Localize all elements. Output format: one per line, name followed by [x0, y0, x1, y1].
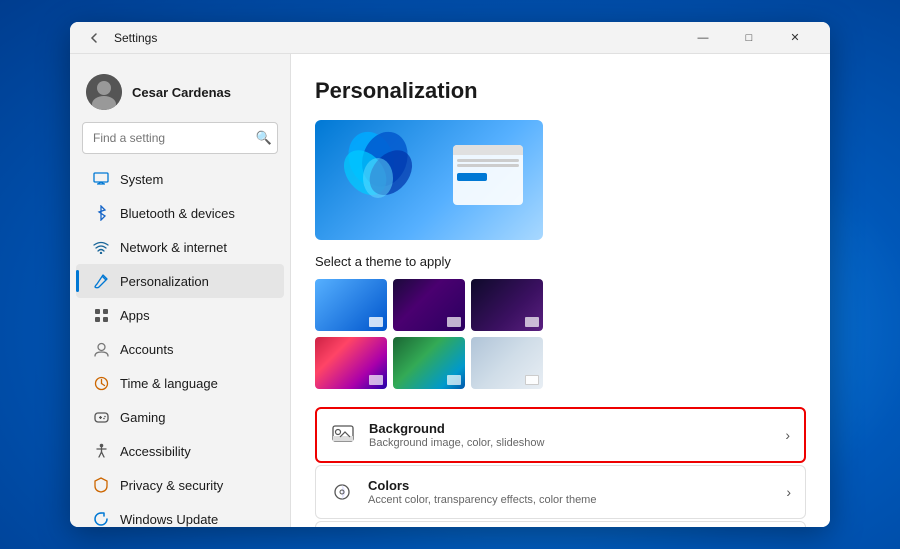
settings-row-colors[interactable]: Colors Accent color, transparency effect… [315, 465, 806, 519]
sidebar: Cesar Cardenas 🔍 System Bluetooth & devi… [70, 54, 290, 527]
background-title: Background [369, 421, 771, 436]
page-title: Personalization [315, 78, 806, 104]
sidebar-item-accessibility[interactable]: Accessibility [76, 434, 284, 468]
sidebar-label-accounts: Accounts [120, 342, 173, 357]
sidebar-label-gaming: Gaming [120, 410, 166, 425]
theme-section-label: Select a theme to apply [315, 254, 806, 269]
main-content: Personalization [290, 54, 830, 527]
theme-thumb-1[interactable] [315, 279, 387, 331]
maximize-button[interactable]: □ [726, 22, 772, 54]
settings-row-themes[interactable]: Themes Install, create, manage › [315, 521, 806, 527]
sidebar-item-apps[interactable]: Apps [76, 298, 284, 332]
colors-icon [330, 480, 354, 504]
avatar [86, 74, 122, 110]
clock-icon [92, 374, 110, 392]
sidebar-label-apps: Apps [120, 308, 150, 323]
sidebar-label-bluetooth: Bluetooth & devices [120, 206, 235, 221]
sidebar-label-system: System [120, 172, 163, 187]
update-icon [92, 510, 110, 527]
theme2-window [447, 317, 461, 327]
apps-icon [92, 306, 110, 324]
accessibility-icon [92, 442, 110, 460]
username: Cesar Cardenas [132, 85, 231, 100]
bluetooth-icon [92, 204, 110, 222]
hero-window-line1 [457, 159, 519, 162]
search-input[interactable] [82, 122, 278, 154]
theme-thumb-3[interactable] [471, 279, 543, 331]
sidebar-label-accessibility: Accessibility [120, 444, 191, 459]
sidebar-item-bluetooth[interactable]: Bluetooth & devices [76, 196, 284, 230]
theme3-window [525, 317, 539, 327]
settings-row-background[interactable]: Background Background image, color, slid… [315, 407, 806, 463]
sidebar-item-privacy[interactable]: Privacy & security [76, 468, 284, 502]
background-chevron: › [785, 427, 790, 443]
theme-thumb-4[interactable] [315, 337, 387, 389]
hero-window-btn [457, 173, 487, 181]
minimize-button[interactable]: — [680, 22, 726, 54]
theme4-window [369, 375, 383, 385]
back-button[interactable] [82, 26, 106, 50]
gaming-icon [92, 408, 110, 426]
theme6-window [525, 375, 539, 385]
background-icon [331, 423, 355, 447]
sidebar-item-accounts[interactable]: Accounts [76, 332, 284, 366]
sidebar-item-system[interactable]: System [76, 162, 284, 196]
hero-window-card [453, 145, 523, 205]
settings-list: Background Background image, color, slid… [315, 407, 806, 527]
user-section: Cesar Cardenas [70, 66, 290, 122]
sidebar-item-network[interactable]: Network & internet [76, 230, 284, 264]
titlebar: Settings — □ ✕ [70, 22, 830, 54]
hero-wallpaper-svg [333, 128, 423, 228]
sidebar-item-update[interactable]: Windows Update [76, 502, 284, 527]
hero-window-body [453, 155, 523, 205]
colors-title: Colors [368, 478, 772, 493]
background-subtitle: Background image, color, slideshow [369, 437, 771, 449]
search-icon: 🔍 [256, 130, 272, 146]
theme-thumb-6[interactable] [471, 337, 543, 389]
colors-subtitle: Accent color, transparency effects, colo… [368, 494, 772, 506]
close-button[interactable]: ✕ [772, 22, 818, 54]
sidebar-item-personalization[interactable]: Personalization [76, 264, 284, 298]
window-controls: — □ ✕ [680, 22, 818, 54]
search-box: 🔍 [82, 122, 278, 154]
window-title: Settings [114, 31, 680, 45]
monitor-icon [92, 170, 110, 188]
sidebar-label-network: Network & internet [120, 240, 227, 255]
hero-theme-preview [315, 120, 543, 240]
colors-row-text: Colors Accent color, transparency effect… [368, 478, 772, 506]
brush-icon [92, 272, 110, 290]
sidebar-item-gaming[interactable]: Gaming [76, 400, 284, 434]
settings-window: Settings — □ ✕ [70, 22, 830, 527]
shield-icon [92, 476, 110, 494]
content-area: Cesar Cardenas 🔍 System Bluetooth & devi… [70, 54, 830, 527]
background-row-text: Background Background image, color, slid… [369, 421, 771, 449]
hero-window-titlebar [453, 145, 523, 155]
user-icon [92, 340, 110, 358]
theme5-window [447, 375, 461, 385]
sidebar-item-time[interactable]: Time & language [76, 366, 284, 400]
theme-thumb-2[interactable] [393, 279, 465, 331]
theme1-window [369, 317, 383, 327]
sidebar-label-time: Time & language [120, 376, 218, 391]
theme-thumb-5[interactable] [393, 337, 465, 389]
theme-grid [315, 279, 806, 389]
sidebar-label-personalization: Personalization [120, 274, 209, 289]
colors-chevron: › [786, 484, 791, 500]
hero-window-line2 [457, 164, 519, 167]
sidebar-label-privacy: Privacy & security [120, 478, 223, 493]
wifi-icon [92, 238, 110, 256]
sidebar-label-update: Windows Update [120, 512, 218, 527]
